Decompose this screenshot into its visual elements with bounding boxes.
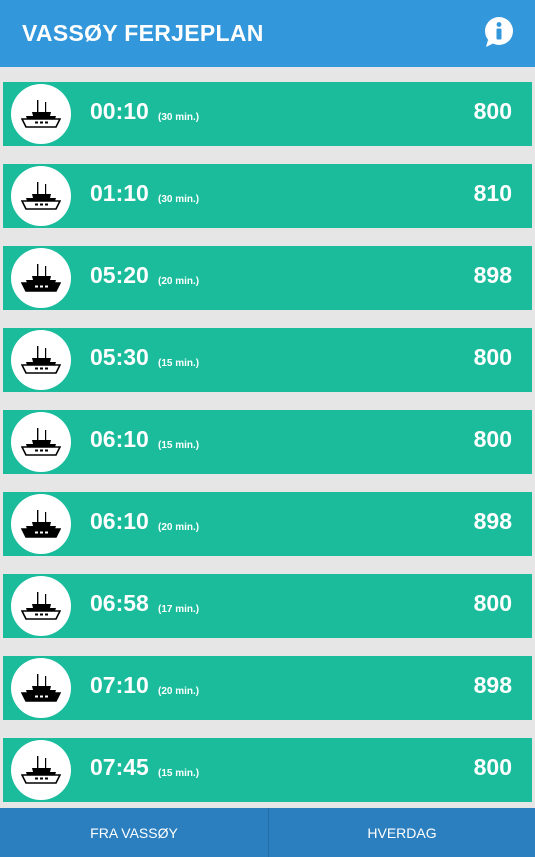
ferry-icon xyxy=(11,740,71,800)
departure-row[interactable]: 06:58 (17 min.) 800 xyxy=(3,574,532,638)
departure-row[interactable]: 01:10 (30 min.) 810 xyxy=(3,164,532,228)
ferry-icon xyxy=(11,658,71,718)
departure-time: 00:10 xyxy=(90,98,149,124)
footer-bar: FRA VASSØY HVERDAG xyxy=(0,808,535,857)
route-number: 800 xyxy=(473,590,512,616)
info-icon[interactable] xyxy=(483,16,515,48)
route-number: 898 xyxy=(473,262,512,288)
ferry-icon xyxy=(11,84,71,144)
route-number: 800 xyxy=(473,98,512,124)
route-number: 898 xyxy=(473,508,512,534)
departure-time: 05:20 xyxy=(90,262,149,288)
departure-row[interactable]: 07:45 (15 min.) 800 xyxy=(3,738,532,802)
departure-row[interactable]: 07:10 (20 min.) 898 xyxy=(3,656,532,720)
departure-row[interactable]: 00:10 (30 min.) 800 xyxy=(3,82,532,146)
trip-duration: (20 min.) xyxy=(158,522,200,533)
route-number: 800 xyxy=(473,426,512,452)
route-number: 800 xyxy=(473,754,512,780)
ferry-icon xyxy=(11,166,71,226)
page-title: VASSØY FERJEPLAN xyxy=(22,20,264,46)
departure-row[interactable]: 06:10 (20 min.) 898 xyxy=(3,492,532,556)
ferry-icon xyxy=(11,494,71,554)
ferry-icon xyxy=(11,330,71,390)
route-number: 810 xyxy=(473,180,512,206)
departure-time: 06:10 xyxy=(90,508,149,534)
route-number: 800 xyxy=(473,344,512,370)
trip-duration: (30 min.) xyxy=(158,194,200,205)
trip-duration: (20 min.) xyxy=(158,276,200,287)
departure-row[interactable]: 05:20 (20 min.) 898 xyxy=(3,246,532,310)
departure-time: 07:45 xyxy=(90,754,149,780)
trip-duration: (15 min.) xyxy=(158,768,200,779)
trip-duration: (15 min.) xyxy=(158,440,200,451)
route-number: 898 xyxy=(473,672,512,698)
departure-row[interactable]: 06:10 (15 min.) 800 xyxy=(3,410,532,474)
direction-button[interactable]: FRA VASSØY xyxy=(0,808,269,857)
ferry-icon xyxy=(11,412,71,472)
trip-duration: (20 min.) xyxy=(158,686,200,697)
app-header: VASSØY FERJEPLAN xyxy=(0,0,535,67)
departure-time: 05:30 xyxy=(90,344,149,370)
departure-time: 06:10 xyxy=(90,426,149,452)
departure-time: 01:10 xyxy=(90,180,149,206)
departure-row[interactable]: 05:30 (15 min.) 800 xyxy=(3,328,532,392)
trip-duration: (15 min.) xyxy=(158,358,200,369)
trip-duration: (30 min.) xyxy=(158,112,200,123)
trip-duration: (17 min.) xyxy=(158,604,200,615)
ferry-icon xyxy=(11,576,71,636)
ferry-icon xyxy=(11,248,71,308)
departure-time: 06:58 xyxy=(90,590,149,616)
day-type-button[interactable]: HVERDAG xyxy=(269,808,535,857)
departure-time: 07:10 xyxy=(90,672,149,698)
